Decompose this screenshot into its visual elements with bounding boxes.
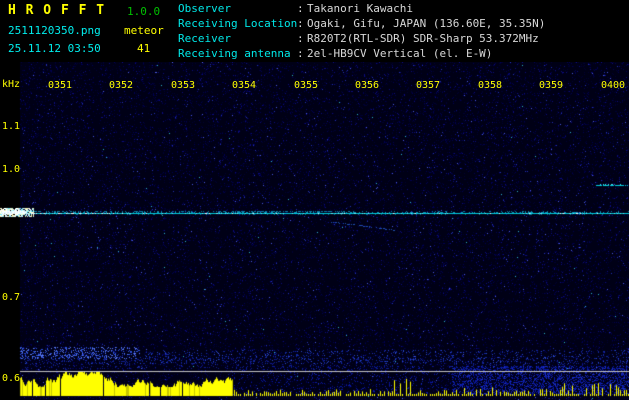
info-row-receiver: Receiver : R820T2(RTL-SDR) SDR-Sharp 53.…: [178, 31, 545, 46]
info-value: Ogaki, Gifu, JAPAN (136.60E, 35.35N): [307, 17, 546, 30]
time-tick-0358: 0358: [477, 80, 503, 91]
info-separator: :: [297, 32, 304, 45]
info-separator: :: [297, 2, 304, 15]
echo-count: 41: [137, 42, 151, 55]
app-version: 1.0.0: [127, 5, 161, 18]
freq-tick-1-0: 1.0: [2, 164, 21, 175]
mode-label: meteor: [124, 24, 164, 37]
info-separator: :: [297, 47, 304, 60]
info-separator: :: [297, 17, 304, 30]
time-tick-0354: 0354: [231, 80, 257, 91]
time-tick-0355: 0355: [293, 80, 319, 91]
info-label: Receiver: [178, 32, 231, 45]
hrofft-output-image: H R O F F T 1.0.0 2511120350.png meteor …: [0, 0, 629, 400]
time-tick-0352: 0352: [108, 80, 134, 91]
time-tick-0357: 0357: [415, 80, 441, 91]
spectrogram-canvas: [0, 62, 629, 400]
station-info: Observer : Takanori Kawachi Receiving Lo…: [178, 1, 545, 61]
freq-tick-0-7: 0.7: [2, 292, 21, 303]
output-filename: 2511120350.png: [8, 24, 101, 37]
time-tick-0351: 0351: [47, 80, 73, 91]
freq-tick-0-9: 0.9: [2, 207, 21, 218]
info-row-location: Receiving Location : Ogaki, Gifu, JAPAN …: [178, 16, 545, 31]
app-title: H R O F F T: [8, 3, 106, 18]
info-label: Receiving antenna: [178, 47, 291, 60]
info-label: Receiving Location: [178, 17, 298, 30]
time-tick-0359: 0359: [538, 80, 564, 91]
info-value: 2el-HB9CV Vertical (el. E-W): [307, 47, 493, 60]
info-value: R820T2(RTL-SDR) SDR-Sharp 53.372MHz: [307, 32, 539, 45]
info-row-antenna: Receiving antenna : 2el-HB9CV Vertical (…: [178, 46, 545, 61]
info-label: Observer: [178, 2, 231, 15]
freq-tick-1-1: 1.1: [2, 121, 21, 132]
freq-tick-0-6: 0.6: [2, 373, 21, 384]
time-tick-0353: 0353: [170, 80, 196, 91]
info-row-observer: Observer : Takanori Kawachi: [178, 1, 545, 16]
freq-unit-khz: kHz: [2, 79, 21, 90]
datetime-label: 25.11.12 03:50: [8, 42, 101, 55]
info-value: Takanori Kawachi: [307, 2, 413, 15]
time-tick-0356: 0356: [354, 80, 380, 91]
time-tick-0400: 0400: [600, 80, 626, 91]
